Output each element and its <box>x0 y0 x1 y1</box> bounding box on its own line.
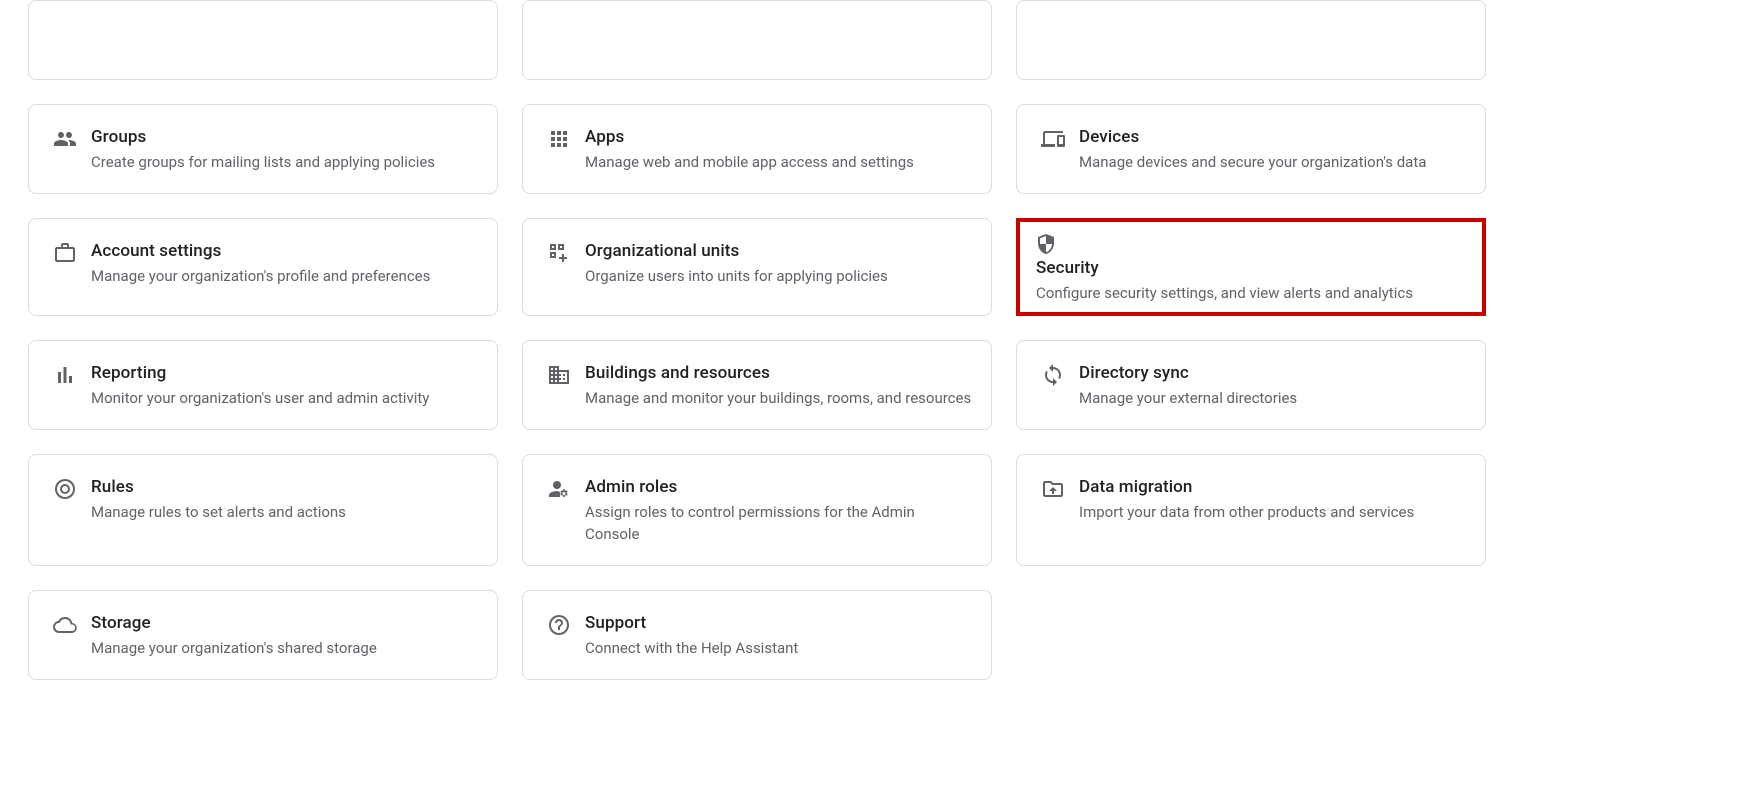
card-title: Directory sync <box>1079 361 1467 385</box>
card-desc: Create groups for mailing lists and appl… <box>91 151 479 173</box>
admin-roles-icon <box>541 475 577 501</box>
card-desc: Manage rules to set alerts and actions <box>91 501 479 523</box>
card-buildings[interactable]: Buildings and resources Manage and monit… <box>522 340 992 430</box>
card-data-migration[interactable]: Data migration Import your data from oth… <box>1016 454 1486 566</box>
target-icon <box>47 475 83 501</box>
card-desc: Manage your external directories <box>1079 387 1467 409</box>
cloud-icon <box>47 611 83 637</box>
card-desc: Assign roles to control permissions for … <box>585 501 973 545</box>
shield-icon <box>1028 230 1064 256</box>
briefcase-icon <box>47 239 83 265</box>
card-title: Groups <box>91 125 479 149</box>
card-placeholder <box>522 0 992 80</box>
bar-chart-icon <box>47 361 83 387</box>
card-desc: Monitor your organization's user and adm… <box>91 387 479 409</box>
card-directory-sync[interactable]: Directory sync Manage your external dire… <box>1016 340 1486 430</box>
card-org-units[interactable]: Organizational units Organize users into… <box>522 218 992 316</box>
sync-icon <box>1035 361 1071 387</box>
card-desc: Manage your organization's shared storag… <box>91 637 479 659</box>
card-apps[interactable]: Apps Manage web and mobile app access an… <box>522 104 992 194</box>
card-admin-roles[interactable]: Admin roles Assign roles to control perm… <box>522 454 992 566</box>
card-placeholder <box>1016 0 1486 80</box>
help-icon <box>541 611 577 637</box>
apps-icon <box>541 125 577 151</box>
card-account-settings[interactable]: Account settings Manage your organizatio… <box>28 218 498 316</box>
card-support[interactable]: Support Connect with the Help Assistant <box>522 590 992 680</box>
card-title: Storage <box>91 611 479 635</box>
card-title: Reporting <box>91 361 479 385</box>
card-desc: Manage devices and secure your organizat… <box>1079 151 1467 173</box>
card-placeholder <box>28 0 498 80</box>
card-desc: Manage your organization's profile and p… <box>91 265 479 287</box>
card-desc: Configure security settings, and view al… <box>1036 282 1413 304</box>
card-desc: Manage and monitor your buildings, rooms… <box>585 387 973 409</box>
org-units-icon <box>541 239 577 265</box>
card-title: Security <box>1036 256 1413 280</box>
card-desc: Organize users into units for applying p… <box>585 265 973 287</box>
devices-icon <box>1035 125 1071 151</box>
card-title: Rules <box>91 475 479 499</box>
groups-icon <box>47 125 83 151</box>
upload-folder-icon <box>1035 475 1071 501</box>
card-title: Admin roles <box>585 475 973 499</box>
card-security[interactable]: Security Configure security settings, an… <box>1028 230 1413 304</box>
card-title: Devices <box>1079 125 1467 149</box>
card-storage[interactable]: Storage Manage your organization's share… <box>28 590 498 680</box>
card-title: Account settings <box>91 239 479 263</box>
card-rules[interactable]: Rules Manage rules to set alerts and act… <box>28 454 498 566</box>
card-title: Organizational units <box>585 239 973 263</box>
card-reporting[interactable]: Reporting Monitor your organization's us… <box>28 340 498 430</box>
card-devices[interactable]: Devices Manage devices and secure your o… <box>1016 104 1486 194</box>
card-desc: Manage web and mobile app access and set… <box>585 151 973 173</box>
admin-cards-grid: Groups Create groups for mailing lists a… <box>0 0 1746 680</box>
card-groups[interactable]: Groups Create groups for mailing lists a… <box>28 104 498 194</box>
card-desc: Connect with the Help Assistant <box>585 637 973 659</box>
card-title: Buildings and resources <box>585 361 973 385</box>
building-icon <box>541 361 577 387</box>
card-title: Support <box>585 611 973 635</box>
card-title: Data migration <box>1079 475 1467 499</box>
card-desc: Import your data from other products and… <box>1079 501 1467 523</box>
card-security-highlight: Security Configure security settings, an… <box>1016 218 1486 316</box>
card-title: Apps <box>585 125 973 149</box>
